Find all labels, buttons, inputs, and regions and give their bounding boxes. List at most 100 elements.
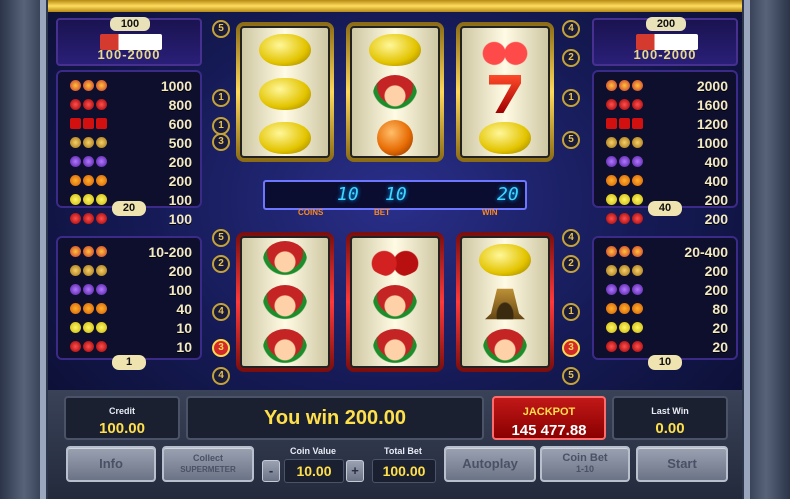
bell-icon	[70, 137, 107, 148]
info-button[interactable]: Info	[66, 446, 156, 482]
cherry-icon	[606, 213, 643, 224]
jackpot-box: JACKPOT 145 477.88	[492, 396, 606, 440]
coin-bet-button[interactable]: Coin Bet 1-10	[540, 446, 630, 482]
coin-value-display: 10.00	[284, 459, 344, 483]
plum-icon	[606, 284, 643, 295]
reel-cell	[462, 238, 548, 282]
line-number-badge: 1	[562, 303, 580, 321]
tomato-icon	[368, 243, 422, 277]
supermeter-label: SUPERMETER	[180, 465, 236, 474]
orange-icon	[377, 120, 413, 156]
lemon-icon	[259, 34, 311, 66]
upper-reel-1	[236, 22, 334, 162]
lemon-icon	[606, 322, 643, 333]
reel-cell	[242, 28, 328, 72]
paytable-value: 10-200	[148, 243, 192, 260]
lemon-icon	[70, 322, 107, 333]
credit-label: Credit	[108, 406, 135, 416]
total-bet-display: 100.00	[372, 459, 436, 483]
lemon-icon	[259, 78, 311, 110]
paytable-row: 500	[58, 133, 200, 152]
paytable-value: 1000	[696, 134, 728, 151]
last-win-value: 0.00	[655, 420, 685, 437]
paytable-value: 1000	[160, 77, 192, 94]
paytable-row: 100	[58, 280, 200, 299]
paytable-row: 200	[58, 261, 200, 280]
paytable-lower-left: 10-200 200 100 40 10 10	[56, 236, 202, 360]
reel-cell	[462, 282, 548, 326]
paytable-value: 400	[704, 172, 728, 189]
paytable-row: 1000	[58, 76, 200, 95]
cherry-icon	[70, 213, 107, 224]
paytable-value: 100	[168, 281, 192, 298]
plum-icon	[70, 284, 107, 295]
reel-cell	[352, 116, 438, 160]
supermeter-range: 100-2000	[97, 47, 161, 62]
line-number-badge: 2	[562, 49, 580, 67]
supermeter-box-right: 200 100-2000	[592, 17, 738, 66]
reel-cell	[242, 116, 328, 160]
paytable-value: 200	[704, 210, 728, 227]
lemon-icon	[479, 122, 531, 154]
line-number-badge: 2	[212, 255, 230, 273]
bet-label: BET	[374, 208, 390, 217]
cherry-icon	[70, 99, 107, 110]
bell-icon	[606, 137, 643, 148]
seven-icon	[606, 118, 643, 129]
reel-cell	[242, 326, 328, 370]
paytable-row: 1600	[594, 95, 736, 114]
paytable-value: 500	[168, 134, 192, 151]
lower-reel-1	[236, 232, 334, 372]
orange-icon	[70, 303, 107, 314]
coins-bet-win-meter: 10 10 20	[263, 180, 527, 210]
collect-label: Collect	[192, 453, 223, 463]
seven-icon	[70, 118, 107, 129]
seven-icon	[489, 75, 521, 113]
joker-icon	[263, 285, 307, 323]
paytable-value: 400	[704, 153, 728, 170]
cabinet-frame-left	[0, 0, 48, 499]
cherry-icon	[478, 33, 532, 67]
paytable-row: 200	[594, 280, 736, 299]
paytable-value: 200	[168, 172, 192, 189]
paytable-value: 200	[168, 262, 192, 279]
autoplay-button[interactable]: Autoplay	[444, 446, 536, 482]
paytable-value: 1200	[696, 115, 728, 132]
paytable-row: 80	[594, 299, 736, 318]
coin-value-plus-button[interactable]: +	[346, 460, 364, 482]
joker-icon	[263, 241, 307, 279]
paytable-value: 200	[168, 153, 192, 170]
total-bet-label: Total Bet	[384, 446, 422, 456]
lower-reel-3	[456, 232, 554, 372]
reel-cell	[462, 116, 548, 160]
line-number-badge: 5	[562, 367, 580, 385]
paytable-value: 200	[704, 262, 728, 279]
paytable-row: 10-200	[58, 242, 200, 261]
autoplay-button-label: Autoplay	[462, 456, 518, 471]
paytable-row: 20-400	[594, 242, 736, 261]
bet-display: 10	[385, 184, 407, 205]
joker-icon	[373, 75, 417, 113]
reel-cell	[242, 282, 328, 326]
paytable-upper-right: 2000 1600 1200 1000 400 400 200 200	[592, 70, 738, 227]
line-number-badge: 5	[212, 20, 230, 38]
line-number-badge: 3	[562, 339, 580, 357]
line-number-badge: 4	[562, 229, 580, 247]
coin-value-minus-button[interactable]: -	[262, 460, 280, 482]
line-number-badge: 1	[212, 89, 230, 107]
paytable-row: 200	[58, 171, 200, 190]
upper-reel-3	[456, 22, 554, 162]
paytable-value: 20	[712, 338, 728, 355]
collect-supermeter-button[interactable]: Collect SUPERMETER	[162, 446, 254, 482]
paytable-value: 100	[168, 191, 192, 208]
start-button[interactable]: Start	[636, 446, 728, 482]
joker-icon	[606, 80, 643, 91]
paytable-row: 40	[58, 299, 200, 318]
win-message-box: You win 200.00	[186, 396, 484, 440]
control-console: Credit 100.00 You win 200.00 JACKPOT 145…	[48, 390, 742, 499]
orange-icon	[606, 175, 643, 186]
line-number-badge: 2	[562, 255, 580, 273]
joker-icon	[483, 329, 527, 367]
orange-icon	[606, 303, 643, 314]
joker-icon	[373, 329, 417, 367]
